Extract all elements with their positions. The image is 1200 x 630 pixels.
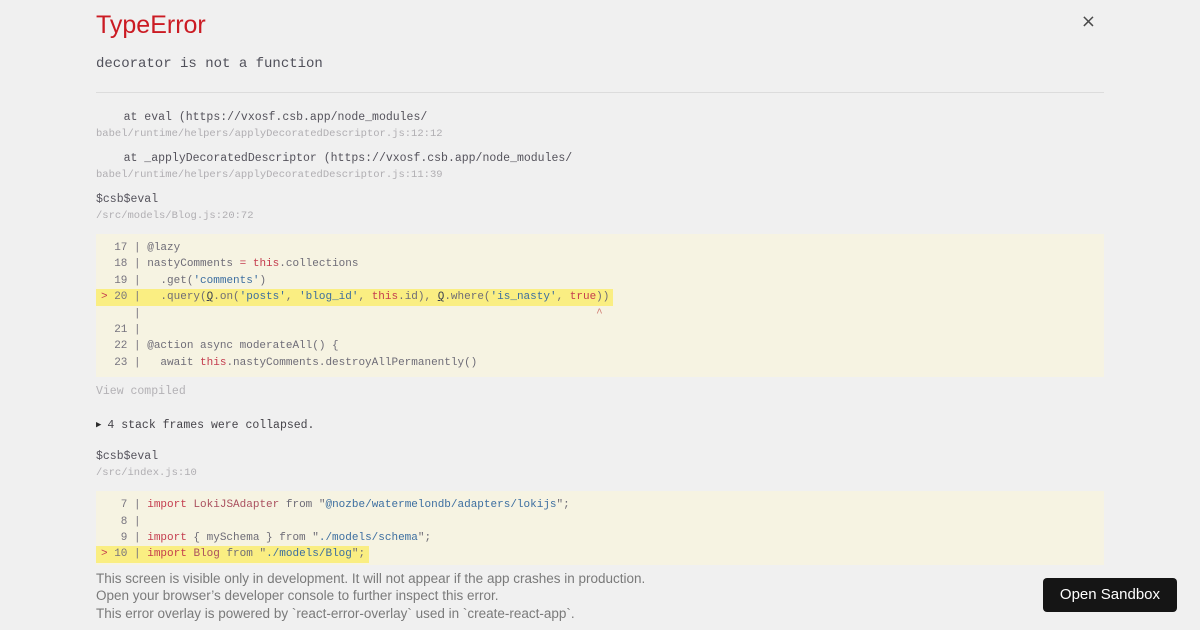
- frame-location: /src/index.js:10: [96, 467, 197, 480]
- footer-note: This screen is visible only in developme…: [96, 571, 646, 587]
- error-title: TypeError: [96, 11, 206, 39]
- code-line: 18 | nastyComments = this.collections: [101, 258, 359, 271]
- stack-trace: at eval (https://vxosf.csb.app/node_modu…: [96, 110, 1104, 586]
- code-line-highlighted: > 20 | .query(Q.on('posts', 'blog_id', t…: [96, 289, 614, 306]
- frame-function: $csb$eval: [96, 450, 159, 464]
- view-compiled-link[interactable]: View compiled: [96, 384, 1104, 399]
- code-line: 9 | import { mySchema } from "./models/s…: [101, 532, 432, 545]
- frame-function: at eval (https://vxosf.csb.app/node_modu…: [96, 111, 428, 124]
- divider: [96, 92, 1104, 93]
- collapsed-frames-label: 4 stack frames were collapsed.: [107, 419, 315, 433]
- frame-function: at _applyDecoratedDescriptor (https://vx…: [96, 152, 573, 165]
- footer-note: Open your browser’s developer console to…: [96, 588, 499, 604]
- code-frame-blog: 17 | @lazy 18 | nastyComments = this.col…: [96, 234, 1104, 378]
- code-line-highlighted: > 10 | import Blog from "./models/Blog";: [96, 546, 370, 563]
- stack-frame: at eval (https://vxosf.csb.app/node_modu…: [96, 110, 1104, 142]
- code-line: 22 | @action async moderateAll() {: [101, 340, 339, 353]
- code-line: 19 | .get('comments'): [101, 274, 267, 287]
- frame-location: /src/models/Blog.js:20:72: [96, 210, 254, 222]
- code-line: 23 | await this.nastyComments.destroyAll…: [101, 356, 478, 369]
- error-content: TypeError decorator is not a function at…: [96, 0, 1104, 586]
- footer-note: This error overlay is powered by `react-…: [96, 605, 575, 621]
- expand-arrow-icon: ▶: [96, 420, 102, 431]
- frame-location: babel/runtime/helpers/applyDecoratedDesc…: [96, 128, 443, 140]
- code-line: 8 |: [101, 515, 148, 528]
- code-line: 17 | @lazy: [101, 242, 181, 254]
- open-sandbox-button[interactable]: Open Sandbox: [1042, 578, 1177, 612]
- collapsed-frames-toggle[interactable]: ▶ 4 stack frames were collapsed.: [96, 418, 1104, 433]
- stack-frame: at _applyDecoratedDescriptor (https://vx…: [96, 151, 1104, 183]
- code-line: 7 | import LokiJSAdapter from "@nozbe/wa…: [101, 499, 570, 512]
- frame-function: $csb$eval: [96, 193, 159, 206]
- code-line: 21 |: [101, 324, 148, 337]
- footer: This screen is visible only in developme…: [0, 565, 1200, 630]
- error-overlay: × TypeError decorator is not a function …: [0, 0, 1200, 630]
- stack-frame: $csb$eval /src/index.js:10: [96, 449, 1104, 481]
- stack-frame: $csb$eval /src/models/Blog.js:20:72: [96, 192, 1104, 224]
- error-message: decorator is not a function: [96, 56, 323, 72]
- code-line: | ^: [101, 307, 603, 320]
- frame-location: babel/runtime/helpers/applyDecoratedDesc…: [96, 169, 443, 181]
